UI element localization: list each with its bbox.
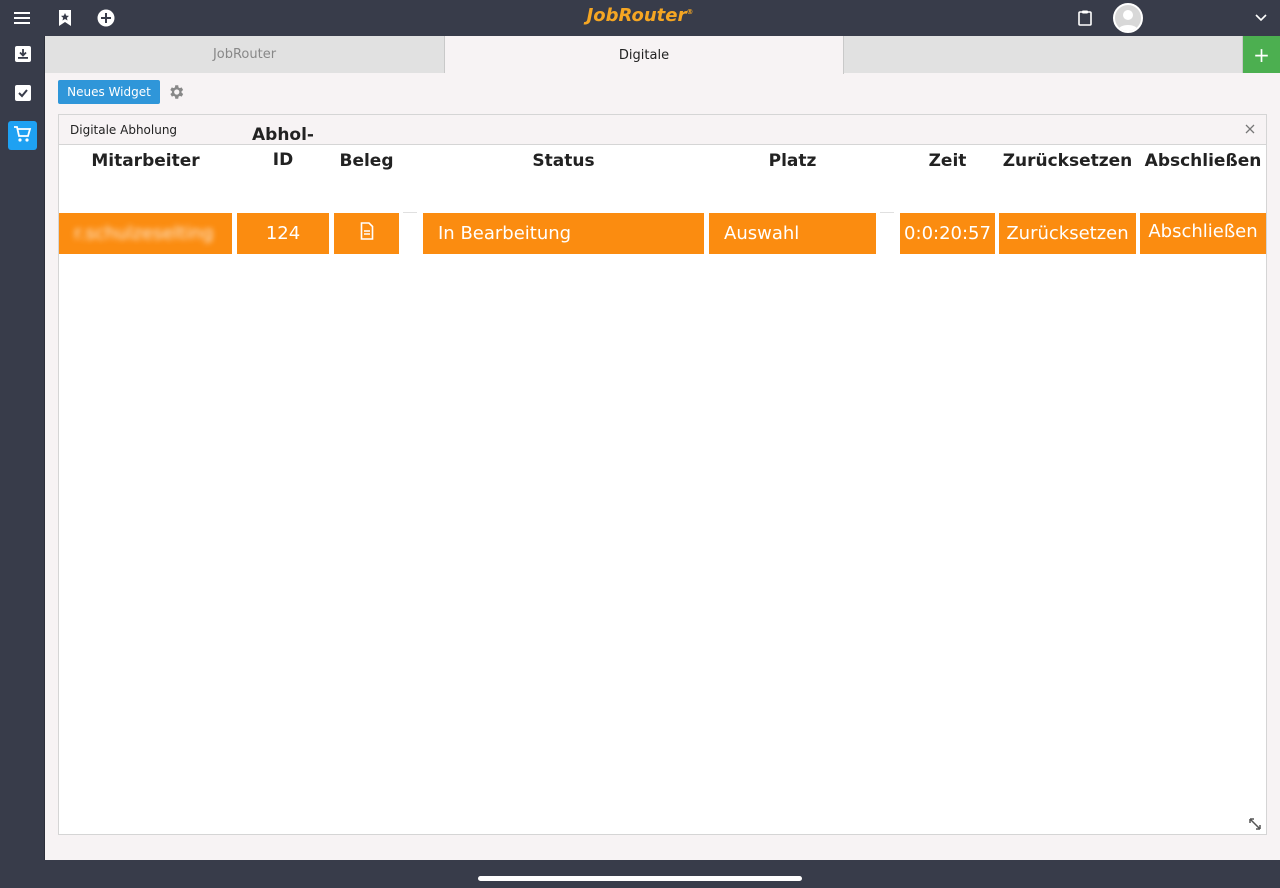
tab-digitale[interactable]: Digitale (445, 36, 844, 74)
bottom-bar (0, 860, 1280, 888)
clipboard-icon[interactable] (1073, 6, 1097, 30)
plus-icon: + (1253, 42, 1270, 67)
checkbox-inbox-icon (14, 84, 32, 106)
bookmark-star-icon[interactable] (53, 6, 77, 30)
column-header-abhol-id-line2: ID (272, 150, 294, 170)
close-icon[interactable] (1242, 121, 1258, 137)
column-header-platz: Platz (768, 151, 817, 171)
divider (403, 212, 417, 213)
beleg-button[interactable] (334, 213, 399, 254)
column-header-abschliessen: Abschließen (1144, 151, 1262, 171)
sidebar-item-inbox[interactable] (8, 41, 37, 70)
document-icon (360, 222, 374, 245)
tab-jobrouter[interactable]: JobRouter (45, 36, 445, 73)
abhol-id-value: 124 (237, 213, 329, 254)
user-avatar[interactable] (1113, 3, 1143, 33)
hamburger-menu-icon[interactable] (11, 6, 35, 30)
tab-bar: JobRouter Digitale + (45, 36, 1280, 74)
sidebar-item-cart[interactable] (8, 121, 37, 150)
column-header-abhol-id-line1: Abhol- (252, 125, 314, 145)
top-bar: JobRouter® (0, 0, 1280, 36)
mitarbeiter-value: r.schulzeselting (74, 223, 214, 244)
chevron-down-icon[interactable] (1249, 6, 1273, 30)
add-tab-button[interactable]: + (1243, 36, 1280, 73)
column-header-zuruecksetzen: Zurücksetzen (1002, 151, 1133, 171)
sidebar-item-tasks[interactable] (8, 80, 37, 109)
widget-title: Digitale Abholung (70, 123, 178, 137)
home-indicator[interactable] (478, 876, 802, 881)
left-sidebar (0, 36, 45, 860)
new-widget-button[interactable]: Neues Widget (58, 80, 160, 104)
gear-icon[interactable] (166, 82, 186, 102)
widget-digitale-abholung: Digitale Abholung Mitarbeiter Abhol- ID … (58, 114, 1267, 835)
column-header-beleg: Beleg (339, 151, 394, 171)
shopping-cart-icon (13, 125, 33, 147)
column-header-abhol-id: Abhol- ID (237, 123, 329, 173)
add-circle-icon[interactable] (94, 6, 118, 30)
column-header-zeit: Zeit (928, 151, 967, 171)
complete-button[interactable]: Abschließen (1140, 213, 1266, 254)
column-header-status: Status (532, 151, 595, 171)
status-value: In Bearbeitung (423, 213, 704, 254)
tab-empty[interactable] (844, 36, 1243, 73)
platz-select[interactable]: Auswahl (709, 213, 876, 254)
table-row-mitarbeiter: r.schulzeselting (59, 213, 232, 254)
main-area: JobRouter Digitale + Neues Widget Digita… (45, 36, 1280, 860)
inbox-download-icon (14, 45, 32, 67)
resize-icon[interactable] (1248, 816, 1262, 830)
reset-button[interactable]: Zurücksetzen (999, 213, 1136, 254)
zeit-value: 0:0:20:57 (900, 213, 995, 254)
divider (880, 212, 894, 213)
column-header-mitarbeiter: Mitarbeiter (91, 151, 200, 171)
